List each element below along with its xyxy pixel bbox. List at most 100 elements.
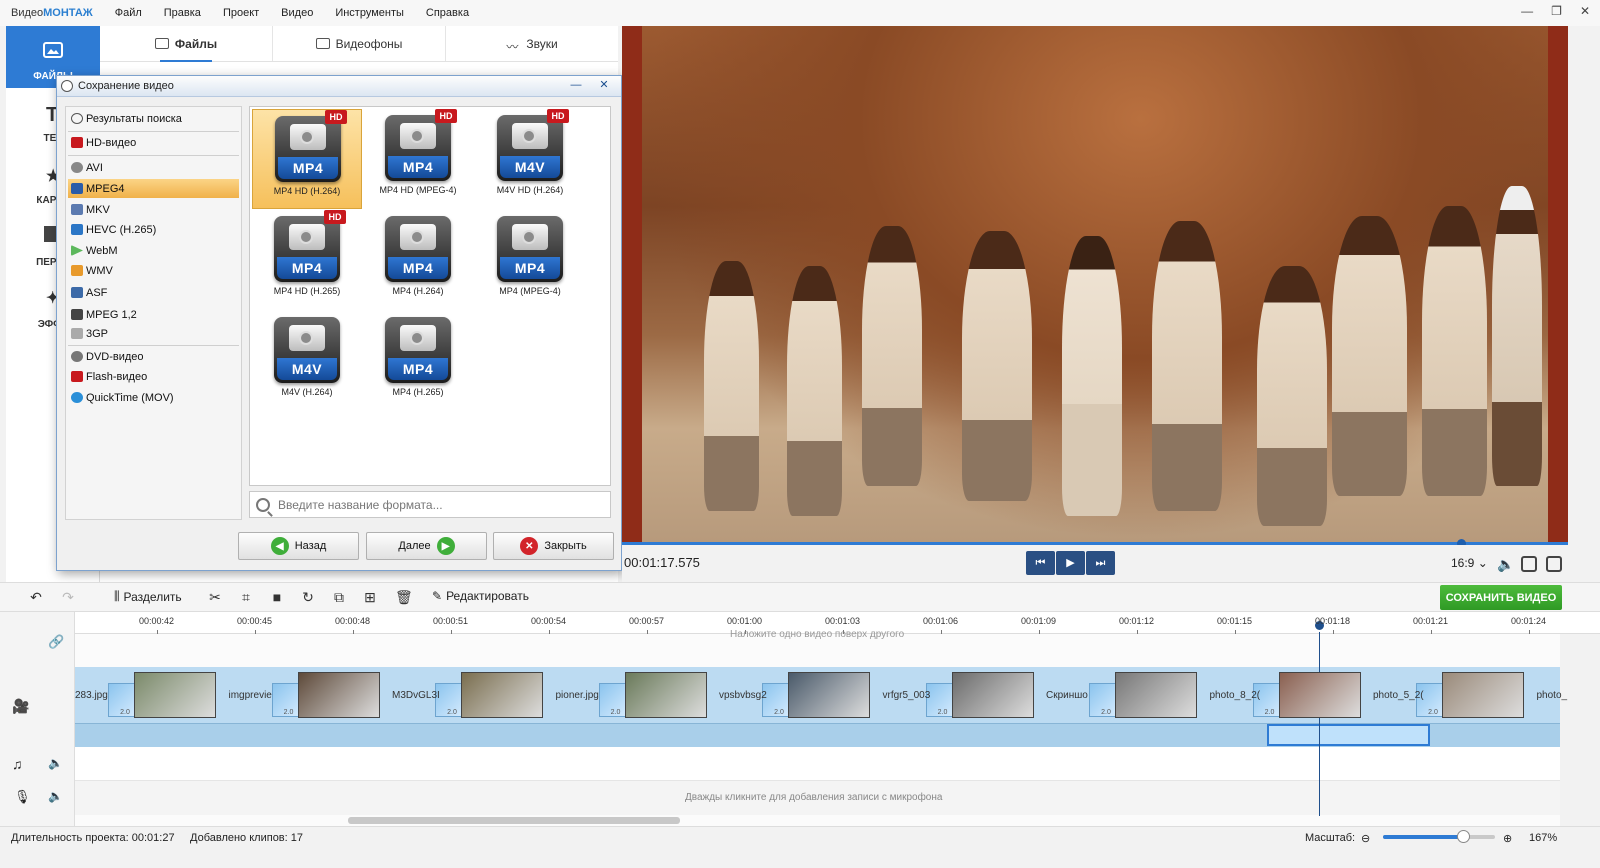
3gp-icon [71, 328, 83, 339]
clip-thumbnail[interactable] [134, 672, 216, 718]
menu-tools[interactable]: Инструменты [335, 7, 404, 19]
minimize-icon[interactable]: — [563, 78, 589, 93]
ruler-tick [353, 630, 354, 634]
clip-thumbnail[interactable] [951, 672, 1034, 718]
close-icon[interactable]: ✕ [591, 78, 617, 93]
menu-file[interactable]: Файл [115, 7, 142, 19]
format-item-search[interactable]: Результаты поиска [68, 109, 239, 128]
save-video-button[interactable]: СОХРАНИТЬ ВИДЕО [1440, 585, 1562, 610]
tab-backgrounds[interactable]: Видеофоны [272, 26, 445, 61]
format-tile[interactable]: MP4 HD MP4 HD (H.264) [252, 109, 362, 209]
ruler-tick-label: 00:01:00 [727, 616, 763, 626]
close-icon[interactable]: ✕ [1580, 4, 1590, 18]
clip-thumbnail[interactable] [1442, 672, 1524, 718]
format-tile[interactable]: M4V M4V (H.264) [252, 311, 362, 411]
format-tile[interactable]: MP4 MP4 (MPEG-4) [475, 210, 585, 310]
ruler-tick-label: 00:01:15 [1217, 616, 1253, 626]
format-item-3gp[interactable]: 3GP [68, 324, 239, 343]
scissors-icon[interactable]: ✂ [207, 589, 223, 605]
ruler-tick [941, 630, 942, 634]
menu-help[interactable]: Справка [426, 7, 469, 19]
tab-files[interactable]: Файлы [100, 26, 272, 62]
minimize-icon[interactable]: — [1521, 4, 1533, 18]
save-video-dialog: Сохранение видео — ✕ Результаты поиска H… [56, 75, 622, 571]
restore-icon[interactable]: ❐ [1551, 4, 1562, 18]
format-item-wmv[interactable]: WMV [68, 261, 239, 280]
zoom-slider-handle[interactable] [1457, 830, 1470, 843]
ruler-tick-label: 00:00:57 [629, 616, 665, 626]
selected-clip-region[interactable] [1267, 724, 1430, 746]
clip-thumbnail[interactable] [1278, 672, 1361, 718]
format-search[interactable] [249, 491, 611, 518]
play-button[interactable]: ▶ [1056, 551, 1085, 575]
clip-thumbnail[interactable] [297, 672, 380, 718]
camera-icon: MP4 HD [275, 110, 347, 182]
close-button[interactable]: ✕ Закрыть [493, 532, 614, 560]
mkv-icon [71, 204, 83, 215]
clip-thumbnail[interactable] [788, 672, 870, 718]
menu-project[interactable]: Проект [223, 7, 259, 19]
app-icon [61, 80, 73, 92]
frame-icon[interactable]: ■ [269, 589, 285, 605]
format-list: Результаты поиска HD-видео AVI MPEG4 MKV… [65, 106, 242, 520]
clip-thumbnail[interactable] [461, 672, 543, 718]
format-tile[interactable]: M4V HD M4V HD (H.264) [475, 109, 585, 209]
redo-icon[interactable]: ↷ [60, 589, 76, 605]
zoom-in-icon[interactable]: ⊕ [1503, 832, 1512, 845]
zoom-out-icon[interactable]: ⊖ [1361, 832, 1370, 845]
format-item-mkv[interactable]: MKV [68, 200, 239, 219]
format-item-webm[interactable]: WebM [68, 241, 239, 260]
volume-icon[interactable]: 🔈 [48, 789, 63, 803]
next-button[interactable]: Далее ▶ [366, 532, 487, 560]
prev-frame-button[interactable]: ⏮ [1026, 551, 1055, 575]
format-tile[interactable]: MP4 HD MP4 HD (MPEG-4) [363, 109, 473, 209]
format-item-mpeg12[interactable]: MPEG 1,2 [68, 305, 239, 324]
format-item-hd[interactable]: HD-видео [68, 133, 239, 152]
clip-thumbnail[interactable] [1115, 672, 1197, 718]
format-item-quicktime[interactable]: QuickTime (MOV) [68, 388, 239, 407]
link-icon[interactable]: 🔗 [48, 634, 64, 650]
split-button[interactable]: ⫼ Разделить [114, 589, 182, 604]
aspect-select[interactable]: 16:9 ⌄ [1451, 556, 1488, 570]
audio-track[interactable] [75, 747, 1560, 781]
format-item-mpeg4[interactable]: MPEG4 [68, 179, 239, 198]
timeline-scrollbar[interactable] [348, 817, 680, 824]
add-frame-icon[interactable]: ⊞ [362, 589, 378, 605]
film-icon [315, 38, 330, 49]
ruler-tick [1039, 630, 1040, 634]
crop-icon[interactable]: ⌗ [238, 589, 254, 605]
volume-icon[interactable]: 🔈 [48, 756, 63, 770]
video-preview[interactable] [622, 26, 1568, 542]
volume-icon[interactable]: 🔈 [1497, 556, 1514, 572]
format-item-flash[interactable]: Flash-видео [68, 367, 239, 386]
zoom-clip-icon[interactable]: ⧉ [331, 589, 347, 605]
camera-icon[interactable] [1521, 556, 1537, 572]
app-logo: ВидеоМОНТАЖ [11, 7, 93, 19]
format-item-hevc[interactable]: HEVC (H.265) [68, 220, 239, 239]
format-search-input[interactable] [278, 497, 598, 512]
ruler-tick-label: 00:00:51 [433, 616, 469, 626]
undo-icon[interactable]: ↶ [28, 589, 44, 605]
format-tile[interactable]: MP4 MP4 (H.264) [363, 210, 473, 310]
camera-icon: M4V HD [497, 109, 569, 181]
mic-track-hint: Дважды кликните для добавления записи с … [685, 792, 943, 803]
ruler-tick [549, 630, 550, 634]
next-frame-button[interactable]: ⏭ [1086, 551, 1115, 575]
music-icon: ♫ [12, 756, 23, 772]
tab-sounds[interactable]: 〰 Звуки [445, 26, 618, 61]
dialog-title: Сохранение видео [78, 80, 174, 92]
format-item-dvd[interactable]: DVD-видео [68, 347, 239, 366]
menu-edit[interactable]: Правка [164, 7, 201, 19]
clip-name: Скриншо [1046, 690, 1088, 701]
rotate-icon[interactable]: ↻ [300, 589, 316, 605]
format-item-asf[interactable]: ASF [68, 283, 239, 302]
fullscreen-icon[interactable] [1546, 556, 1562, 572]
trash-icon[interactable]: 🗑 [395, 589, 413, 605]
format-tile[interactable]: MP4 HD MP4 HD (H.265) [252, 210, 362, 310]
back-button[interactable]: ◀ Назад [238, 532, 359, 560]
format-tile[interactable]: MP4 MP4 (H.265) [363, 311, 473, 411]
clip-thumbnail[interactable] [624, 672, 707, 718]
menu-video[interactable]: Видео [281, 7, 313, 19]
format-item-avi[interactable]: AVI [68, 158, 239, 177]
edit-button[interactable]: ✎ Редактировать [432, 589, 529, 603]
